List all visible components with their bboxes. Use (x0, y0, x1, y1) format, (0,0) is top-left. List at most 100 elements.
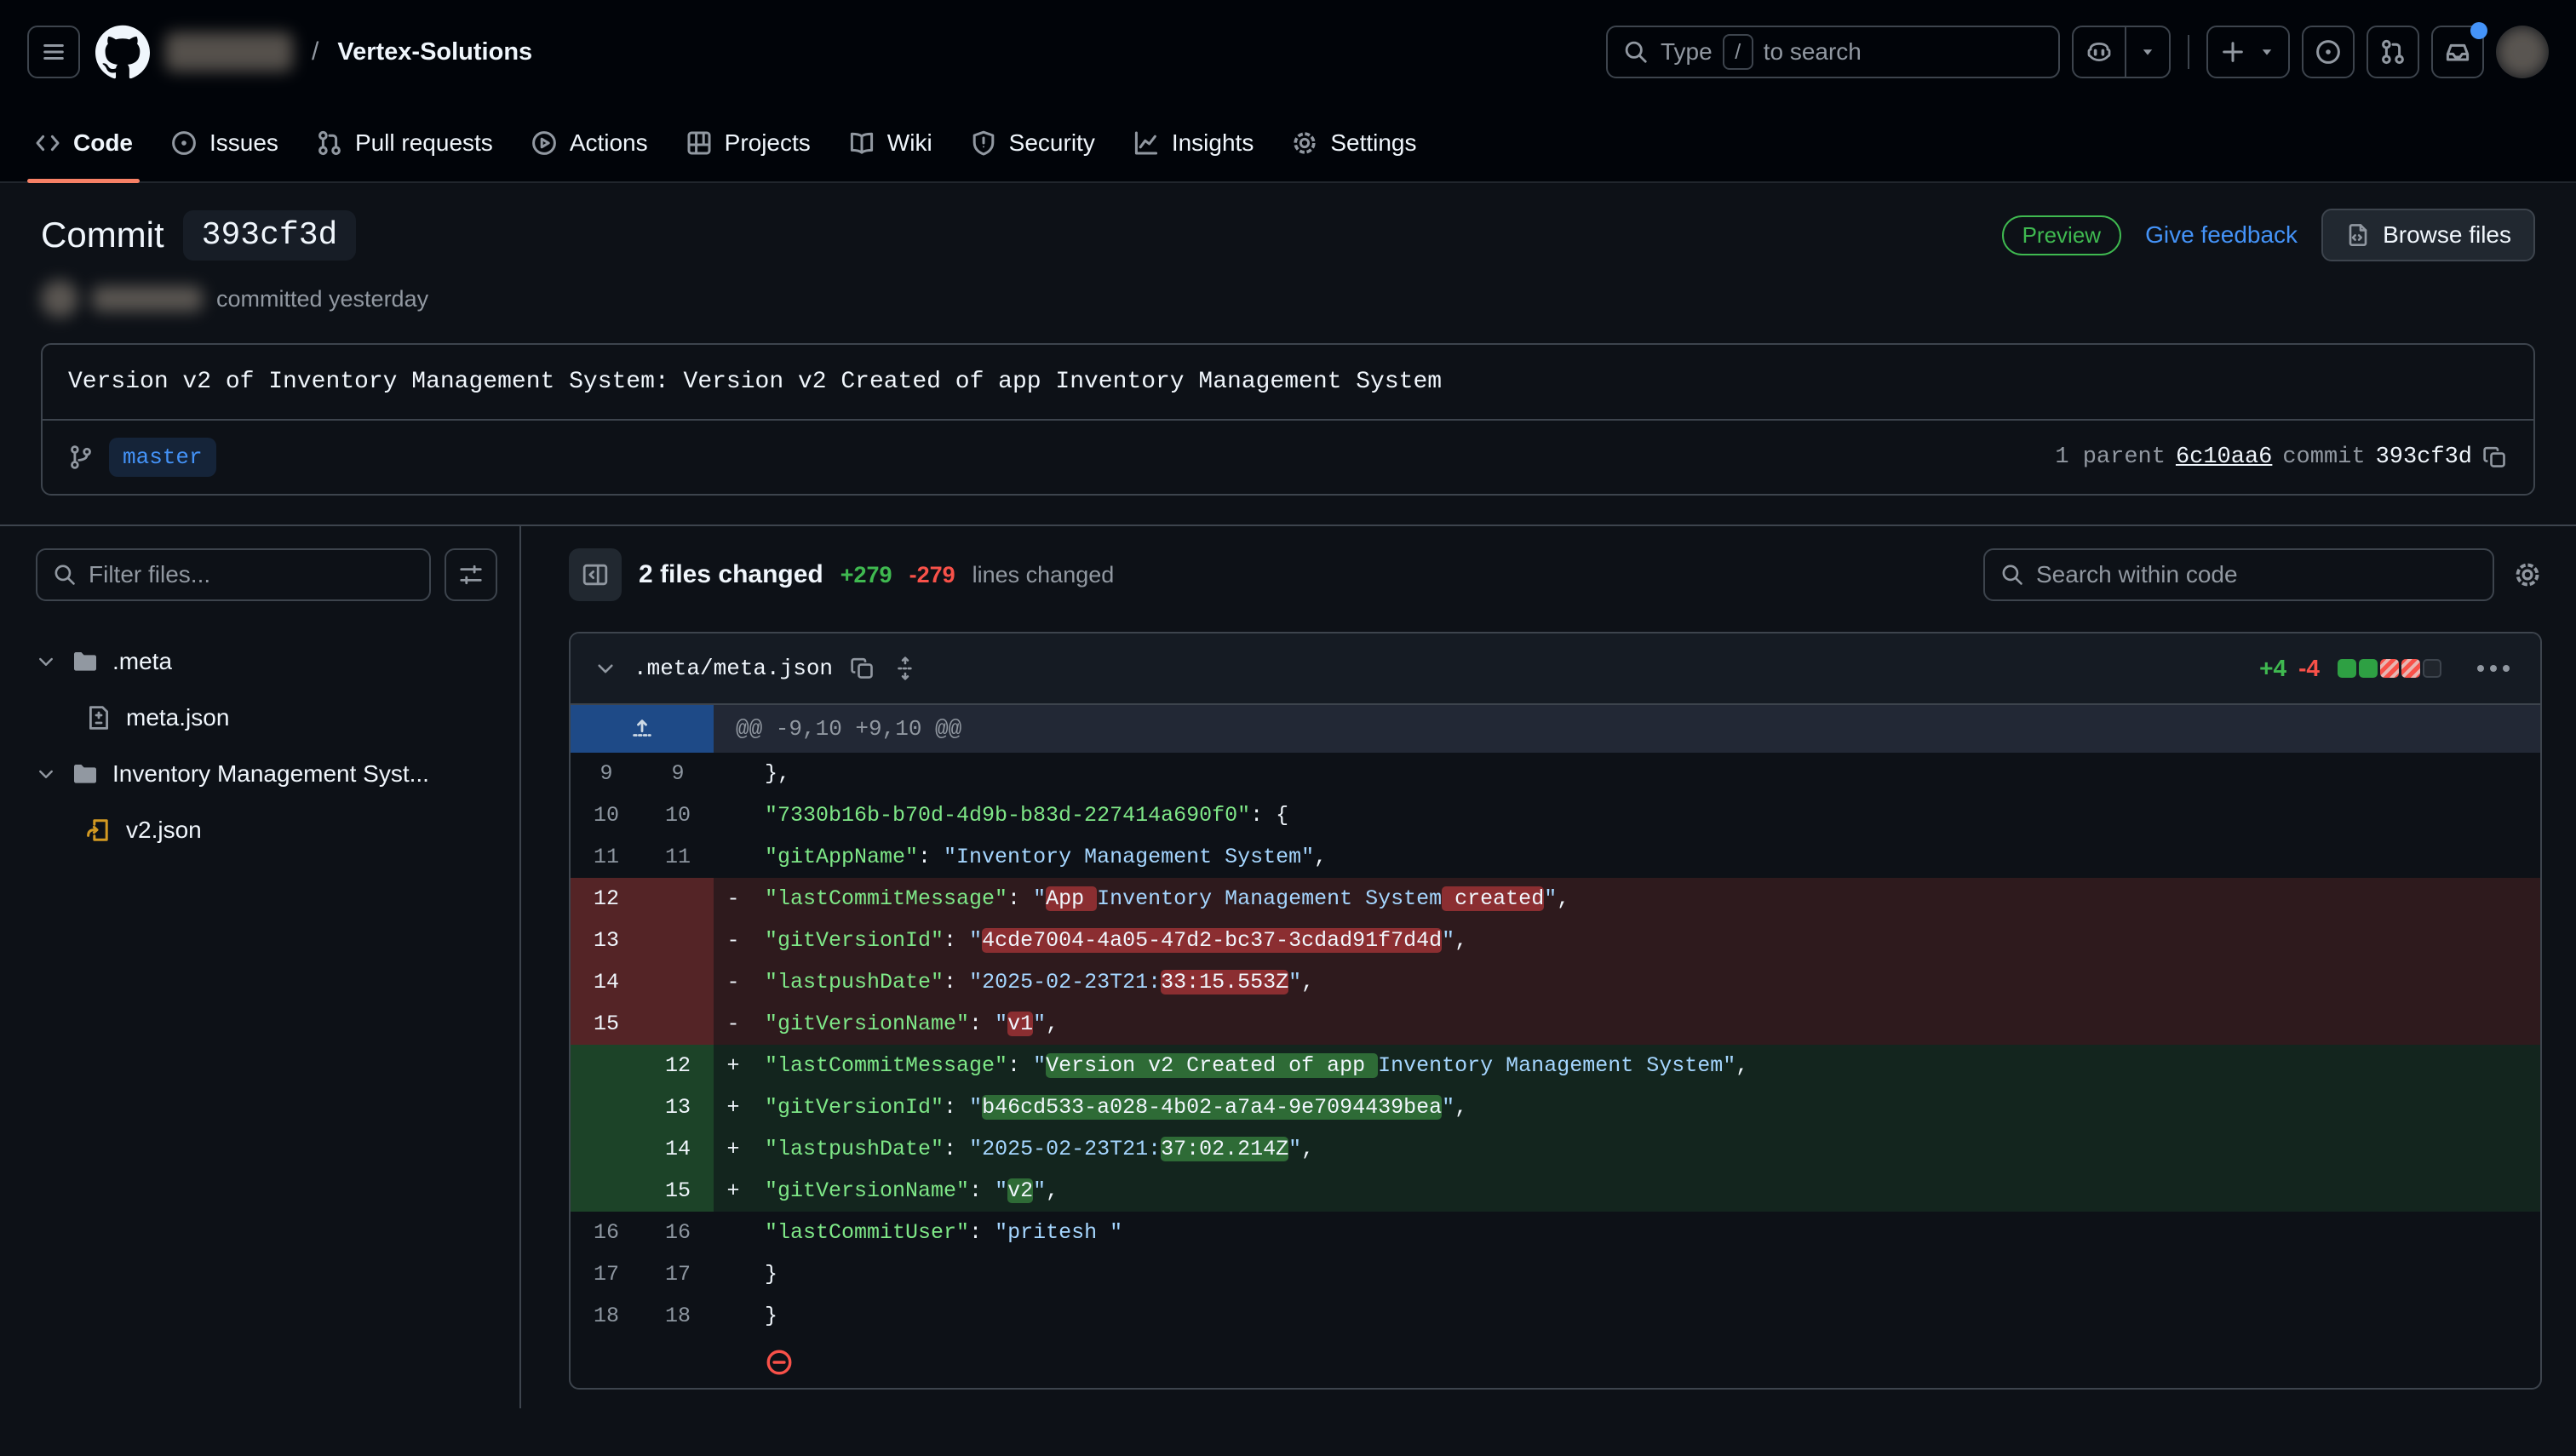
tab-wiki[interactable]: Wiki (833, 104, 948, 181)
diff-code-text: } (753, 1253, 2540, 1295)
old-line-number[interactable] (571, 1045, 642, 1086)
old-line-number[interactable] (571, 1337, 642, 1388)
expand-hunk-button[interactable] (571, 705, 714, 753)
issues-button[interactable] (2302, 26, 2355, 78)
tree-folder-meta[interactable]: .meta (36, 633, 497, 690)
old-line-number[interactable] (571, 1170, 642, 1212)
diff-line: 1010 "7330b16b-b70d-4d9b-b83d-227414a690… (571, 794, 2540, 836)
new-line-number[interactable] (642, 920, 714, 961)
old-line-number[interactable]: 16 (571, 1212, 642, 1253)
filter-files-field[interactable] (36, 548, 431, 601)
new-line-number[interactable]: 18 (642, 1295, 714, 1337)
diff-line: 13- "gitVersionId": "4cde7004-4a05-47d2-… (571, 920, 2540, 961)
commit-time: committed yesterday (216, 286, 428, 312)
old-line-number[interactable]: 9 (571, 753, 642, 794)
new-line-number[interactable]: 17 (642, 1253, 714, 1295)
new-line-number[interactable]: 14 (642, 1128, 714, 1170)
tab-insights[interactable]: Insights (1117, 104, 1270, 181)
global-search-button[interactable]: Type / to search (1606, 26, 2060, 78)
new-line-number[interactable]: 15 (642, 1170, 714, 1212)
create-new-button[interactable] (2206, 26, 2290, 78)
tab-security[interactable]: Security (955, 104, 1110, 181)
chevron-down-icon[interactable] (36, 764, 58, 784)
copilot-button[interactable] (2072, 26, 2171, 78)
breadcrumb-owner-redacted[interactable] (165, 32, 293, 72)
commit-message-box: Version v2 of Inventory Management Syste… (41, 343, 2535, 496)
new-line-number[interactable] (642, 878, 714, 920)
old-line-number[interactable]: 17 (571, 1253, 642, 1295)
tab-actions[interactable]: Actions (515, 104, 663, 181)
tree-file-meta-json[interactable]: meta.json (36, 690, 497, 746)
old-line-number[interactable]: 12 (571, 878, 642, 920)
search-within-code-input[interactable] (2036, 561, 2477, 588)
new-line-number[interactable] (642, 961, 714, 1003)
old-line-number[interactable]: 18 (571, 1295, 642, 1337)
tree-folder-inventory[interactable]: Inventory Management Syst... (36, 746, 497, 802)
old-line-number[interactable] (571, 1128, 642, 1170)
branch-label[interactable]: master (109, 438, 216, 477)
user-avatar[interactable] (2496, 26, 2549, 78)
tree-file-v2-json[interactable]: v2.json (36, 802, 497, 858)
pull-requests-button[interactable] (2367, 26, 2419, 78)
inbox-icon (2444, 38, 2471, 66)
collapse-diff-chevron[interactable] (594, 657, 617, 679)
new-line-number[interactable]: 10 (642, 794, 714, 836)
old-line-number[interactable]: 10 (571, 794, 642, 836)
file-path[interactable]: .meta/meta.json (634, 656, 833, 681)
diff-settings-gear-button[interactable] (2513, 560, 2542, 589)
copilot-dropdown[interactable] (2125, 27, 2169, 77)
shield-icon (970, 129, 997, 157)
new-line-number[interactable] (642, 1003, 714, 1045)
old-line-number[interactable] (571, 1086, 642, 1128)
diff-marker: - (714, 1003, 753, 1045)
diff-marker: + (714, 1170, 753, 1212)
commit-meta-row: master 1 parent 6c10aa6 commit 393cf3d (43, 421, 2533, 494)
drag-handle-icon[interactable] (892, 656, 918, 681)
author-avatar-redacted[interactable] (41, 280, 78, 318)
diff-marker: + (714, 1086, 753, 1128)
copy-hash-button[interactable] (2482, 444, 2508, 470)
diff-code-text: } (753, 1295, 2540, 1337)
tab-pull-requests[interactable]: Pull requests (301, 104, 508, 181)
tab-code[interactable]: Code (19, 104, 148, 181)
new-line-number[interactable]: 11 (642, 836, 714, 878)
old-line-number[interactable]: 13 (571, 920, 642, 961)
diff-marker: - (714, 920, 753, 961)
create-new-dropdown[interactable] (2258, 27, 2288, 77)
inbox-button[interactable] (2431, 26, 2484, 78)
browse-files-button[interactable]: Browse files (2321, 209, 2535, 261)
tab-settings[interactable]: Settings (1276, 104, 1431, 181)
new-line-number[interactable]: 13 (642, 1086, 714, 1128)
git-pull-request-icon (316, 129, 343, 157)
full-commit-hash: 393cf3d (2376, 444, 2472, 470)
tab-projects[interactable]: Projects (670, 104, 826, 181)
give-feedback-link[interactable]: Give feedback (2145, 221, 2298, 249)
collapse-file-tree-button[interactable] (569, 548, 622, 601)
copy-path-button[interactable] (850, 656, 875, 681)
search-within-code-field[interactable] (1983, 548, 2494, 601)
chevron-down-icon[interactable] (36, 651, 58, 672)
breadcrumb-repo-link[interactable]: Vertex-Solutions (337, 38, 532, 66)
filter-files-input[interactable] (89, 561, 414, 588)
tab-issues[interactable]: Issues (155, 104, 294, 181)
new-line-number[interactable]: 9 (642, 753, 714, 794)
new-line-number[interactable]: 16 (642, 1212, 714, 1253)
old-line-number[interactable]: 15 (571, 1003, 642, 1045)
old-line-number[interactable]: 11 (571, 836, 642, 878)
diff-marker: + (714, 1128, 753, 1170)
file-options-kebab-button[interactable] (2470, 658, 2516, 679)
github-logo[interactable] (95, 25, 150, 79)
repo-nav-tabs: Code Issues Pull requests Actions Projec… (0, 104, 2576, 183)
github-mark-icon (95, 25, 150, 79)
old-line-number[interactable]: 14 (571, 961, 642, 1003)
parent-hash-link[interactable]: 6c10aa6 (2176, 444, 2272, 470)
commit-title-label: Commit (41, 215, 164, 255)
hamburger-menu-button[interactable] (27, 26, 80, 78)
stat-square-added (2359, 659, 2378, 678)
search-icon (53, 563, 77, 587)
tree-settings-button[interactable] (445, 548, 497, 601)
hunk-header-text: @@ -9,10 +9,10 @@ (714, 705, 2540, 753)
author-name-redacted[interactable] (92, 286, 203, 312)
new-line-number[interactable]: 12 (642, 1045, 714, 1086)
new-line-number[interactable] (642, 1337, 714, 1388)
